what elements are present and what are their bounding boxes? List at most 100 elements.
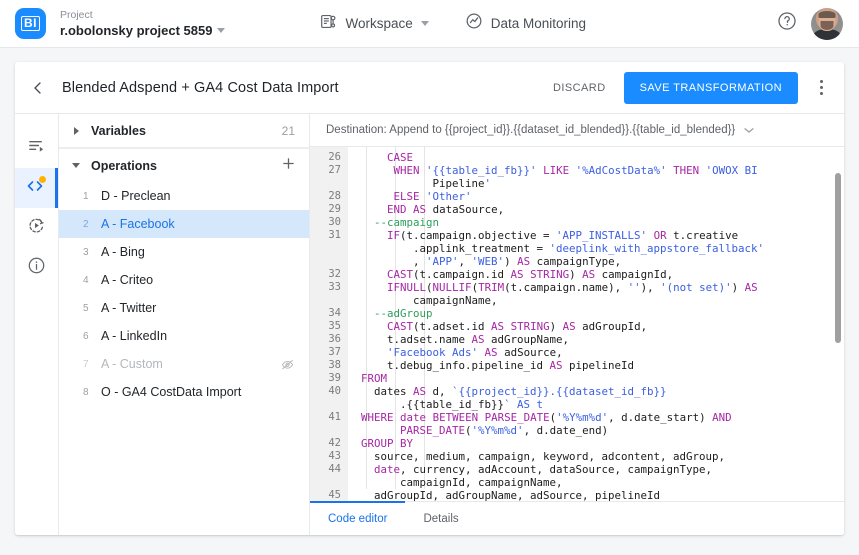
line-number-blank (310, 177, 348, 190)
code-editor[interactable]: 2627282930313233343536373839404142434445… (310, 147, 844, 501)
variables-label: Variables (91, 124, 146, 138)
code-line: CASE (348, 151, 844, 164)
destination-text: Destination: Append to {{project_id}}.{{… (326, 124, 735, 136)
operation-item-2[interactable]: 2A - Facebook (59, 210, 309, 238)
workspace-icon (320, 13, 337, 35)
destination-selector[interactable]: Destination: Append to {{project_id}}.{{… (310, 114, 844, 147)
code-text-area[interactable]: CASE WHEN '{{table_id_fb}}' LIKE '%AdCos… (348, 147, 844, 501)
code-line: campaignName, (348, 294, 844, 307)
variables-section-header[interactable]: Variables 21 (59, 114, 309, 148)
operation-name: A - Criteo (101, 273, 153, 287)
code-line: dates AS d, `{{project_id}}.{{dataset_id… (348, 385, 844, 398)
code-line: GROUP BY (348, 437, 844, 450)
rail-item-list-play[interactable] (15, 128, 58, 168)
code-line: WHERE date BETWEEN PARSE_DATE('%Y%m%d', … (348, 411, 844, 424)
code-line: IFNULL(NULLIF(TRIM(t.campaign.name), '')… (348, 281, 844, 294)
user-avatar[interactable] (811, 8, 843, 40)
rail-item-run-history[interactable] (15, 208, 58, 248)
operation-name: A - Bing (101, 245, 145, 259)
operation-item-3[interactable]: 3 A - Bing (59, 238, 309, 266)
line-number: 35 (310, 320, 348, 333)
info-circle-icon (27, 256, 46, 280)
code-line: t.adset.name AS adGroupName, (348, 333, 844, 346)
page-title: Blended Adspend + GA4 Cost Data Import (62, 80, 339, 96)
kebab-dot (820, 86, 823, 89)
line-number: 30 (310, 216, 348, 229)
line-number: 33 (310, 281, 348, 294)
discard-button[interactable]: DISCARD (541, 74, 618, 102)
line-number: 37 (310, 346, 348, 359)
project-name-row[interactable]: r.obolonsky project 5859 (60, 22, 225, 39)
tab-details[interactable]: Details (405, 501, 476, 535)
code-line: --adGroup (348, 307, 844, 320)
editor-tabs: Code editorDetails (310, 501, 844, 535)
operation-item-8[interactable]: 8O - GA4 CostData Import (59, 378, 309, 406)
operation-item-6[interactable]: 6 A - LinkedIn (59, 322, 309, 350)
chevron-down-icon (421, 21, 429, 26)
operations-list: 1D - Preclean2A - Facebook 3 A - Bing 4 A - … (59, 182, 309, 406)
code-line: .applink_treatment = 'deeplink_with_apps… (348, 242, 844, 255)
more-vertical-icon[interactable] (804, 71, 838, 105)
project-selector[interactable]: Project r.obolonsky project 5859 (60, 8, 225, 39)
line-number: 39 (310, 372, 348, 385)
rail-item-code-editor[interactable] (15, 168, 58, 208)
line-number-blank (310, 424, 348, 437)
nav-data-monitoring-label: Data Monitoring (491, 16, 586, 31)
nav-workspace[interactable]: Workspace (320, 13, 428, 35)
operation-item-7[interactable]: 7A - Custom (59, 350, 309, 378)
line-number: 44 (310, 463, 348, 476)
kebab-dot (820, 80, 823, 83)
help-circle-icon[interactable] (777, 11, 797, 36)
code-line: campaignId, campaignName, (348, 476, 844, 489)
plus-icon[interactable] (282, 157, 295, 174)
run-history-icon (27, 216, 46, 240)
code-line: END AS dataSource, (348, 203, 844, 216)
line-number-gutter: 2627282930313233343536373839404142434445 (310, 147, 348, 501)
editor-scrollbar[interactable] (835, 173, 841, 343)
operation-name: A - Twitter (101, 301, 156, 315)
code-line: .{{table_id_fb}}` AS t (348, 398, 844, 411)
operations-section-header[interactable]: Operations (59, 148, 309, 182)
chevron-down-icon (69, 163, 83, 168)
operations-sidebar: Variables 21 Operations 1D - Preclean2A … (59, 114, 310, 535)
card-header: Blended Adspend + GA4 Cost Data Import D… (15, 62, 844, 114)
chevron-right-icon (69, 127, 83, 135)
bi-logo-icon[interactable]: BI (15, 8, 46, 39)
code-line: adGroupId, adGroupName, adSource, pipeli… (348, 489, 844, 501)
operation-index: 3 (83, 247, 97, 258)
variables-count: 21 (282, 124, 295, 138)
line-number-blank (310, 294, 348, 307)
operation-item-4[interactable]: 4 A - Criteo (59, 266, 309, 294)
topbar-right-actions (777, 8, 843, 40)
rail-item-info[interactable] (15, 248, 58, 288)
code-line: , 'APP', 'WEB') AS campaignType, (348, 255, 844, 268)
eye-off-icon[interactable] (280, 357, 295, 372)
line-number: 29 (310, 203, 348, 216)
operation-index: 7 (83, 359, 97, 370)
operation-index: 6 (83, 331, 97, 342)
bi-logo-text: BI (21, 16, 40, 31)
header-actions: DISCARD SAVE TRANSFORMATION (541, 71, 838, 105)
operation-item-5[interactable]: 5A - Twitter (59, 294, 309, 322)
code-lines: CASE WHEN '{{table_id_fb}}' LIKE '%AdCos… (348, 151, 844, 501)
chevron-left-icon[interactable] (21, 81, 55, 95)
chevron-down-icon (744, 121, 754, 139)
top-navigation-bar: BI Project r.obolonsky project 5859 Work… (0, 0, 859, 48)
editor-pane: Destination: Append to {{project_id}}.{{… (310, 114, 844, 535)
tab-code-editor[interactable]: Code editor (310, 501, 405, 535)
line-number: 36 (310, 333, 348, 346)
chevron-down-icon (217, 28, 225, 33)
operation-item-1[interactable]: 1D - Preclean (59, 182, 309, 210)
save-transformation-button[interactable]: SAVE TRANSFORMATION (624, 72, 798, 104)
tool-rail (15, 114, 59, 535)
nav-data-monitoring[interactable]: Data Monitoring (465, 12, 586, 35)
code-line: CAST(t.adset.id AS STRING) AS adGroupId, (348, 320, 844, 333)
operation-name: A - LinkedIn (101, 329, 167, 343)
line-number: 43 (310, 450, 348, 463)
line-number: 31 (310, 229, 348, 242)
operation-index: 8 (83, 387, 97, 398)
code-line: t.debug_info.pipeline_id AS pipelineId (348, 359, 844, 372)
nav-workspace-label: Workspace (345, 16, 412, 31)
code-line: IF(t.campaign.objective = 'APP_INSTALLS'… (348, 229, 844, 242)
operation-index: 4 (83, 275, 97, 286)
